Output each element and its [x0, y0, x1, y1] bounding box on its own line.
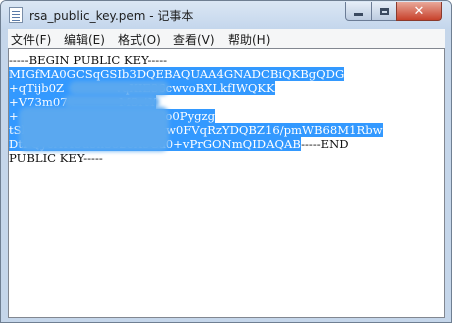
close-button[interactable]: ✕: [396, 2, 442, 21]
menu-view[interactable]: 查看(V): [173, 31, 215, 48]
redaction-blur: [69, 81, 169, 95]
text-line: -----BEGIN PUBLIC KEY-----: [9, 53, 168, 67]
title-bar[interactable]: rsa_public_key.pem - 记事本 ✕: [1, 1, 451, 29]
text-line: MIGfMA0GCSqGSIb3DQEBAQUAA4GNADCBiQKBgQDG: [9, 67, 345, 81]
menu-edit[interactable]: 编辑(E): [64, 31, 105, 48]
minimize-button[interactable]: [345, 2, 372, 21]
minimize-icon: [354, 12, 363, 16]
menu-format[interactable]: 格式(O): [118, 31, 161, 48]
menu-help[interactable]: 帮助(H): [228, 31, 270, 48]
selected-text: MIGfMA0GCSqGSIb3DQEBAQUAA4GNADCBiQKBgQDG: [9, 67, 345, 81]
menu-bar: 文件(F) 编辑(E) 格式(O) 查看(V) 帮助(H): [8, 29, 445, 49]
notepad-window: rsa_public_key.pem - 记事本 ✕ 文件(F) 编辑(E) 格…: [0, 0, 452, 323]
text-line: PUBLIC KEY-----: [9, 151, 103, 165]
redaction-blur: [19, 107, 169, 151]
text-editor[interactable]: -----BEGIN PUBLIC KEY----- MIGfMA0GCSqGS…: [8, 48, 445, 318]
maximize-button[interactable]: [371, 2, 397, 21]
window-title: rsa_public_key.pem - 记事本: [29, 9, 194, 23]
maximize-icon: [379, 7, 389, 15]
menu-file[interactable]: 文件(F): [11, 31, 51, 48]
close-icon: ✕: [413, 3, 425, 19]
notepad-icon[interactable]: [9, 7, 23, 23]
